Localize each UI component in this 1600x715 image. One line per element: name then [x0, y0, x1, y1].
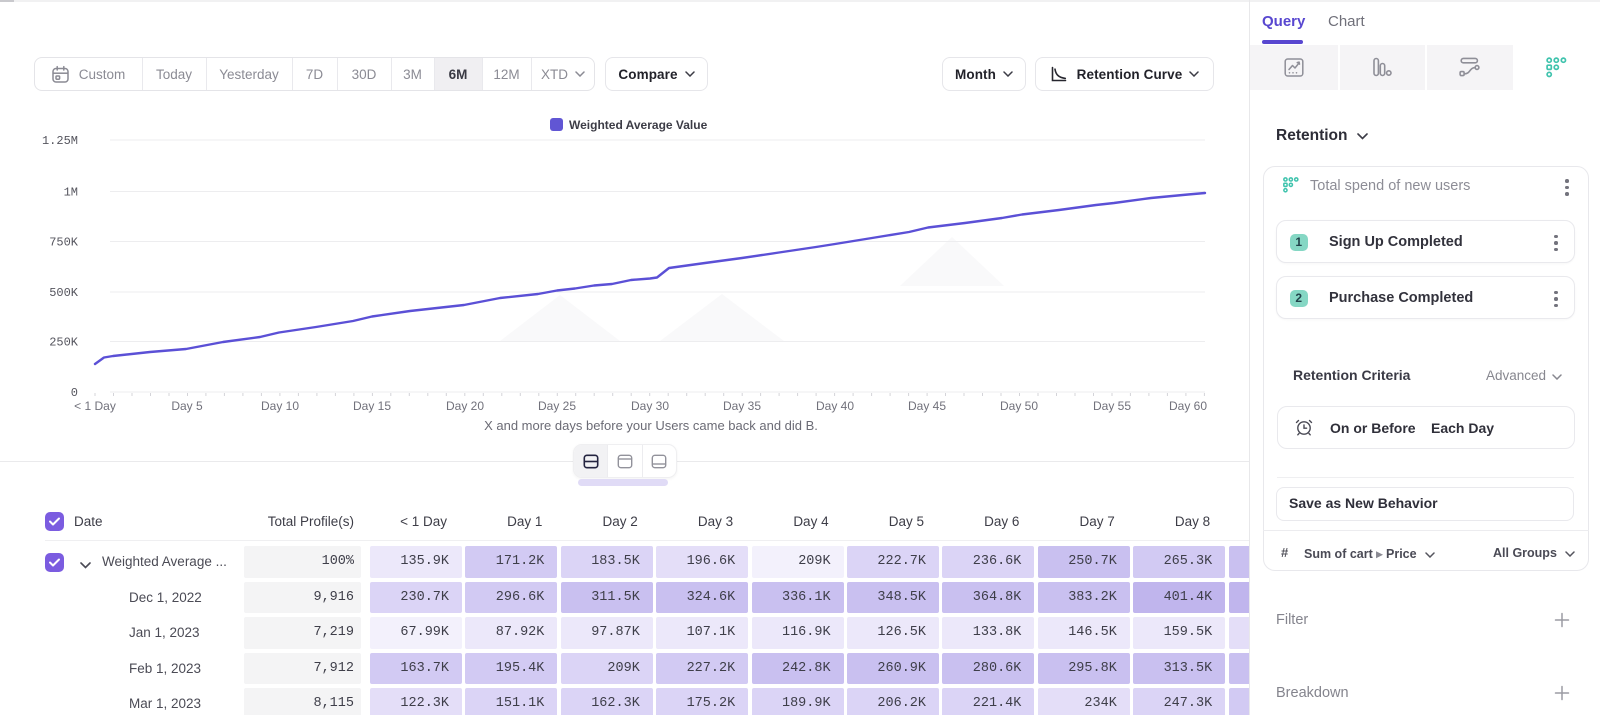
svg-text:Day 60: Day 60: [1169, 399, 1207, 413]
svg-text:Day 40: Day 40: [816, 399, 854, 413]
svg-text:Day 15: Day 15: [353, 399, 391, 413]
svg-text:500K: 500K: [49, 286, 79, 300]
svg-text:Day 50: Day 50: [1000, 399, 1038, 413]
svg-text:Day 20: Day 20: [446, 399, 484, 413]
svg-text:Day 35: Day 35: [723, 399, 761, 413]
svg-text:250K: 250K: [49, 336, 79, 350]
svg-text:Day 30: Day 30: [631, 399, 669, 413]
svg-text:Day 10: Day 10: [261, 399, 299, 413]
svg-text:Day 5: Day 5: [171, 399, 203, 413]
svg-text:Day 25: Day 25: [538, 399, 576, 413]
svg-text:Day 45: Day 45: [908, 399, 946, 413]
svg-text:0: 0: [71, 386, 78, 400]
svg-text:1M: 1M: [64, 186, 78, 200]
svg-text:Day 55: Day 55: [1093, 399, 1131, 413]
svg-text:1.25M: 1.25M: [42, 134, 78, 148]
svg-text:< 1 Day: < 1 Day: [74, 399, 116, 413]
svg-text:750K: 750K: [49, 236, 79, 250]
